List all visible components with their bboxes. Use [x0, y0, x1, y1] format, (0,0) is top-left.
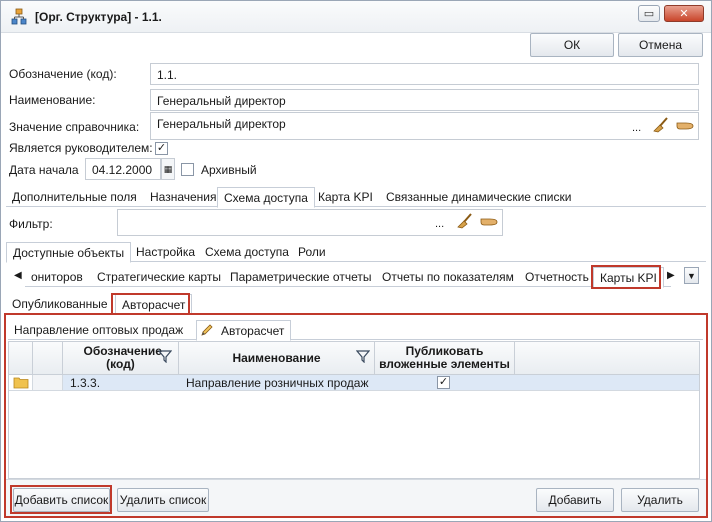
row-name: Направление розничных продаж: [186, 376, 369, 390]
tab-assignments[interactable]: Назначения: [144, 187, 223, 207]
ref-dots-button[interactable]: ...: [632, 122, 641, 134]
row-selection: [63, 375, 699, 390]
tabs-menu-button[interactable]: ▼: [684, 267, 699, 284]
add-button[interactable]: Добавить: [536, 488, 614, 512]
archive-checkbox[interactable]: [181, 163, 194, 176]
filter-pointing-hand-icon[interactable]: [480, 215, 498, 227]
folder-icon: [13, 377, 29, 389]
filter-broom-icon[interactable]: [456, 213, 474, 229]
tab-sub-access-scheme[interactable]: Схема доступа: [199, 242, 295, 262]
code-label: Обозначение (код):: [9, 67, 117, 81]
code-filter-icon[interactable]: [158, 349, 172, 363]
grid-icon-column: [33, 342, 63, 375]
is-manager-checkbox[interactable]: ✓: [155, 142, 168, 155]
tab-published[interactable]: Опубликованные: [6, 294, 114, 314]
table-row[interactable]: 1.3.3. Направление розничных продаж ✓: [9, 375, 699, 391]
tab-reporting[interactable]: Отчетность: [519, 267, 595, 287]
tab-settings[interactable]: Настройка: [130, 242, 201, 262]
start-date-label: Дата начала: [9, 163, 79, 177]
col-name-header[interactable]: Наименование: [179, 342, 375, 375]
pointing-hand-icon[interactable]: [676, 119, 694, 131]
filter-dots-button[interactable]: ...: [435, 218, 444, 230]
col-code-title: Обозначение (код): [83, 344, 162, 371]
col-publish-title: Публиковать вложенные элементы: [379, 344, 510, 371]
code-field[interactable]: 1.1.: [150, 63, 699, 85]
row-code: 1.3.3.: [70, 376, 101, 390]
tab-access-scheme[interactable]: Схема доступа: [217, 187, 315, 208]
inner-tabs: Направление оптовых продаж Авторасчет: [8, 320, 703, 341]
main-tabs: Дополнительные поля Назначения Схема дос…: [6, 187, 706, 208]
col-name-title: Наименование: [232, 351, 321, 365]
tab-inner-autocalc-label: Авторасчет: [221, 324, 285, 338]
col-publish-header[interactable]: Публиковать вложенные элементы: [375, 342, 515, 375]
filter-label: Фильтр:: [9, 217, 53, 231]
is-manager-label: Является руководителем:: [9, 141, 153, 155]
tab-additional-fields[interactable]: Дополнительные поля: [6, 187, 143, 207]
name-label: Наименование:: [9, 93, 96, 107]
ref-field[interactable]: Генеральный директор: [150, 112, 699, 140]
remove-list-button[interactable]: Удалить список: [117, 488, 209, 512]
sub-tabs: Доступные объекты Настройка Схема доступ…: [6, 242, 706, 263]
start-date-field[interactable]: 04.12.2000: [85, 158, 161, 180]
object-tabs: ониторов Стратегические карты Параметрич…: [25, 267, 671, 288]
add-list-highlight: [10, 485, 112, 514]
tab-roles[interactable]: Роли: [292, 242, 332, 262]
tab-strategic-maps[interactable]: Стратегические карты: [91, 267, 227, 287]
ref-label: Значение справочника:: [9, 120, 140, 134]
cancel-button[interactable]: Отмена: [618, 33, 703, 57]
autocalc-tab-highlight: [111, 293, 190, 315]
tab-kpi-map[interactable]: Карта KPI: [312, 187, 379, 207]
remove-button[interactable]: Удалить: [621, 488, 699, 512]
close-button[interactable]: ✕: [664, 5, 704, 22]
tab-indicator-reports[interactable]: Отчеты по показателям: [376, 267, 520, 287]
ref-value: Генеральный директор: [157, 117, 286, 131]
scroll-right-icon[interactable]: ▶: [667, 270, 675, 281]
broom-icon[interactable]: [652, 117, 670, 133]
title-bar: [Орг. Структура] - 1.1. ▭ ✕: [1, 1, 711, 33]
grid-corner: [9, 342, 33, 375]
kpi-maps-highlight: [591, 265, 661, 289]
filter-field[interactable]: [117, 209, 503, 236]
name-field[interactable]: Генеральный директор: [150, 89, 699, 111]
pencil-icon: [201, 324, 213, 336]
window-title: [Орг. Структура] - 1.1.: [35, 10, 162, 24]
tab-wholesale-direction[interactable]: Направление оптовых продаж: [8, 320, 189, 340]
tab-linked-lists[interactable]: Связанные динамические списки: [380, 187, 577, 207]
grid-header-filler: [515, 342, 699, 375]
chevron-down-icon: ▼: [687, 271, 696, 281]
row-folder-cell: [9, 375, 33, 390]
archive-label: Архивный: [201, 163, 257, 177]
restore-icon: ▭: [643, 8, 655, 20]
restore-button[interactable]: ▭: [638, 5, 660, 22]
tab-monitors[interactable]: ониторов: [25, 267, 89, 287]
org-structure-icon: [11, 8, 27, 25]
tab-available-objects[interactable]: Доступные объекты: [6, 242, 132, 263]
calendar-icon: ▦: [163, 164, 173, 174]
calendar-button[interactable]: ▦: [161, 158, 175, 180]
row-indicator-cell: [33, 375, 63, 390]
ok-button[interactable]: ОК: [530, 33, 614, 57]
name-filter-icon[interactable]: [356, 349, 370, 363]
tab-parametric-reports[interactable]: Параметрические отчеты: [224, 267, 378, 287]
dialog-window: [Орг. Структура] - 1.1. ▭ ✕ ОК Отмена Об…: [0, 0, 712, 522]
row-publish-checkbox[interactable]: ✓: [437, 376, 450, 389]
autocalc-grid: Обозначение (код) Наименование Публикова…: [8, 341, 700, 479]
scroll-left-icon[interactable]: ◀: [14, 270, 22, 281]
close-icon: ✕: [679, 8, 689, 20]
